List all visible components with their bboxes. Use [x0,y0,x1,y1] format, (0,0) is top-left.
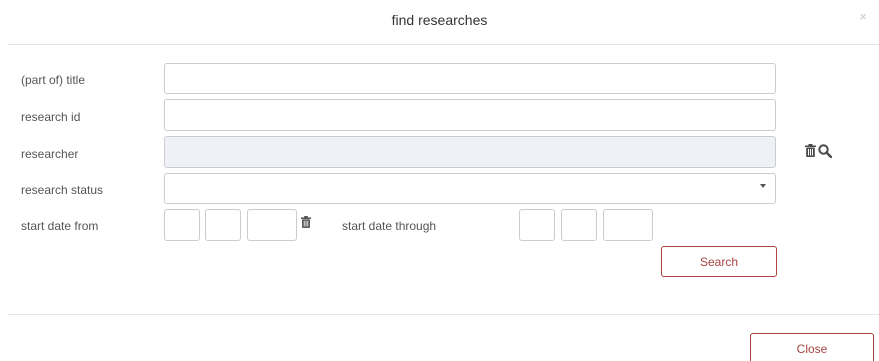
start-date-through-year-input[interactable] [603,209,653,241]
research-id-label: research id [21,110,81,124]
close-x-icon[interactable]: × [859,10,867,23]
start-date-clear-trash-icon[interactable] [301,216,311,228]
research-status-select[interactable] [164,173,776,204]
start-date-through-label: start date through [342,219,437,233]
title-label: (part of) title [21,73,86,87]
find-researches-dialog: find researches × (part of) title resear… [0,0,879,361]
research-id-input[interactable] [164,99,776,131]
research-status-label: research status [21,183,104,197]
close-button[interactable]: Close [750,333,874,361]
start-date-from-month-input[interactable] [205,209,241,241]
dialog-title: find researches [391,12,488,28]
modal-header: find researches × [0,0,879,44]
start-date-from-label: start date from [21,219,99,233]
researcher-lookup-search-icon[interactable] [818,144,832,158]
researcher-input[interactable] [164,136,776,168]
start-date-through-month-input[interactable] [561,209,597,241]
footer-divider [8,314,879,315]
header-divider [8,44,879,45]
start-date-from-year-input[interactable] [247,209,297,241]
researcher-label: researcher [21,147,79,161]
researcher-clear-trash-icon[interactable] [805,144,816,157]
search-button[interactable]: Search [661,246,777,277]
title-input[interactable] [164,63,776,94]
start-date-from-day-input[interactable] [164,209,200,241]
start-date-through-day-input[interactable] [519,209,555,241]
chevron-down-icon [760,184,766,188]
